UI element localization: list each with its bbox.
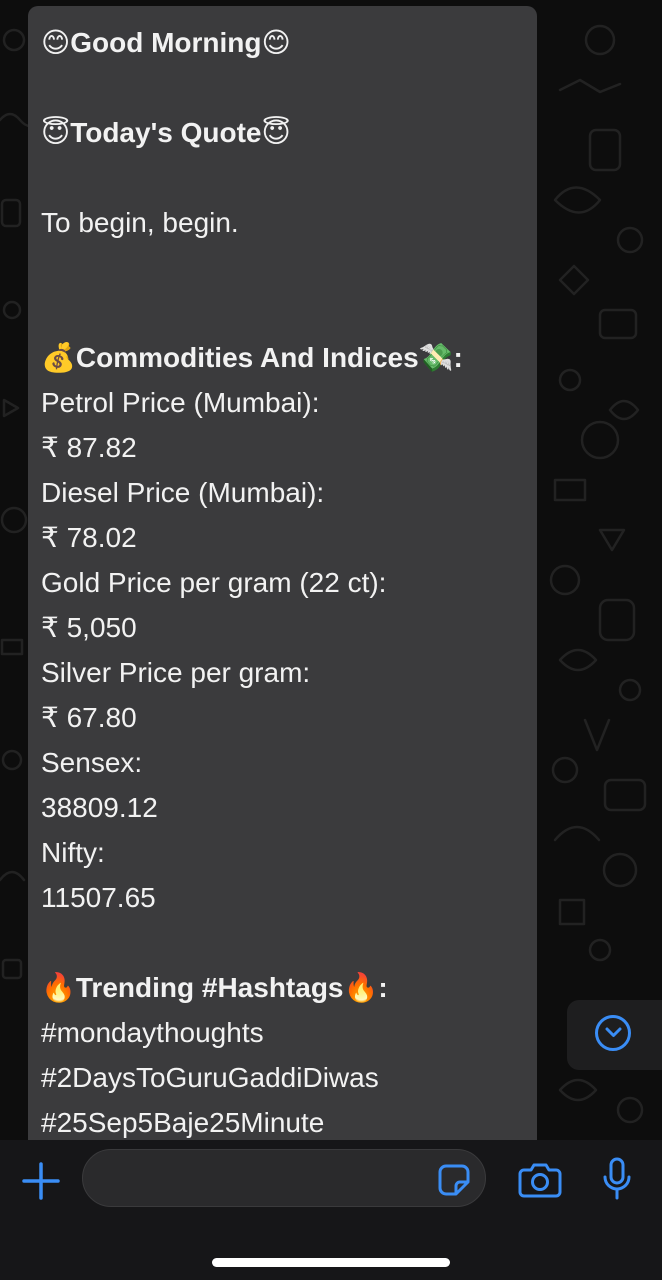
commodity-value: ₹ 5,050 (41, 612, 137, 643)
camera-icon[interactable] (518, 1160, 562, 1200)
greeting-text: Good Morning (70, 27, 262, 58)
commodity-label: Diesel Price (Mumbai): (41, 477, 325, 508)
quote-heading-text: Today's Quote (70, 117, 262, 148)
trending-heading-text: Trending #Hashtags (75, 972, 344, 1003)
fire-icon: 🔥 (343, 972, 379, 1003)
hashtag-link[interactable]: #2DaysToGuruGaddiDiwas (41, 1055, 525, 1100)
scroll-to-bottom-button[interactable] (567, 1000, 662, 1070)
quote-heading: 😇Today's Quote😇 (41, 110, 525, 155)
commodity-value: ₹ 67.80 (41, 702, 137, 733)
commodity-value: ₹ 78.02 (41, 522, 137, 553)
message-input[interactable] (82, 1149, 486, 1207)
plus-icon[interactable] (20, 1160, 62, 1202)
commodities-heading-text: Commodities And Indices (75, 342, 419, 373)
sticker-icon[interactable] (436, 1162, 472, 1198)
fire-icon: 🔥 (41, 972, 76, 1003)
commodity-label: Petrol Price (Mumbai): (41, 387, 320, 418)
hashtag-link[interactable]: #mondaythoughts (41, 1010, 525, 1055)
greeting-line: 😊Good Morning😊 (41, 20, 525, 65)
smiling-face-icon: 😊 (261, 27, 291, 58)
commodity-label: Nifty: (41, 837, 105, 868)
halo-face-icon: 😇 (261, 117, 291, 148)
trending-heading: 🔥Trending #Hashtags🔥: (41, 965, 525, 1010)
hashtag-list: #mondaythoughts #2DaysToGuruGaddiDiwas #25… (41, 1010, 525, 1140)
microphone-icon[interactable] (602, 1157, 632, 1201)
commodity-label: Sensex: (41, 747, 143, 778)
heading-colon: : (378, 972, 388, 1003)
commodity-value: 38809.12 (41, 792, 158, 823)
commodities-list: Petrol Price (Mumbai): ₹ 87.82 Diesel Pric… (41, 380, 525, 920)
commodity-value: ₹ 87.82 (41, 432, 137, 463)
commodity-value: 11507.65 (41, 882, 156, 913)
chevron-down-icon (595, 1015, 631, 1051)
money-bag-icon: 💰 (41, 342, 76, 373)
commodity-label: Gold Price per gram (22 ct): (41, 567, 387, 598)
message-input-bar (0, 1140, 662, 1280)
home-indicator (212, 1258, 450, 1267)
smiling-face-icon: 😊 (41, 27, 71, 58)
halo-face-icon: 😇 (41, 117, 71, 148)
money-wings-icon: 💸 (418, 342, 454, 373)
commodities-heading: 💰Commodities And Indices💸: (41, 335, 525, 380)
hashtag-link[interactable]: #25Sep5Baje25Minute (41, 1100, 525, 1140)
message-bubble[interactable]: 😊Good Morning😊 😇Today's Quote😇 To begin,… (28, 6, 537, 1140)
commodity-label: Silver Price per gram: (41, 657, 311, 688)
heading-colon: : (453, 342, 463, 373)
quote-text: To begin, begin. (41, 207, 239, 238)
